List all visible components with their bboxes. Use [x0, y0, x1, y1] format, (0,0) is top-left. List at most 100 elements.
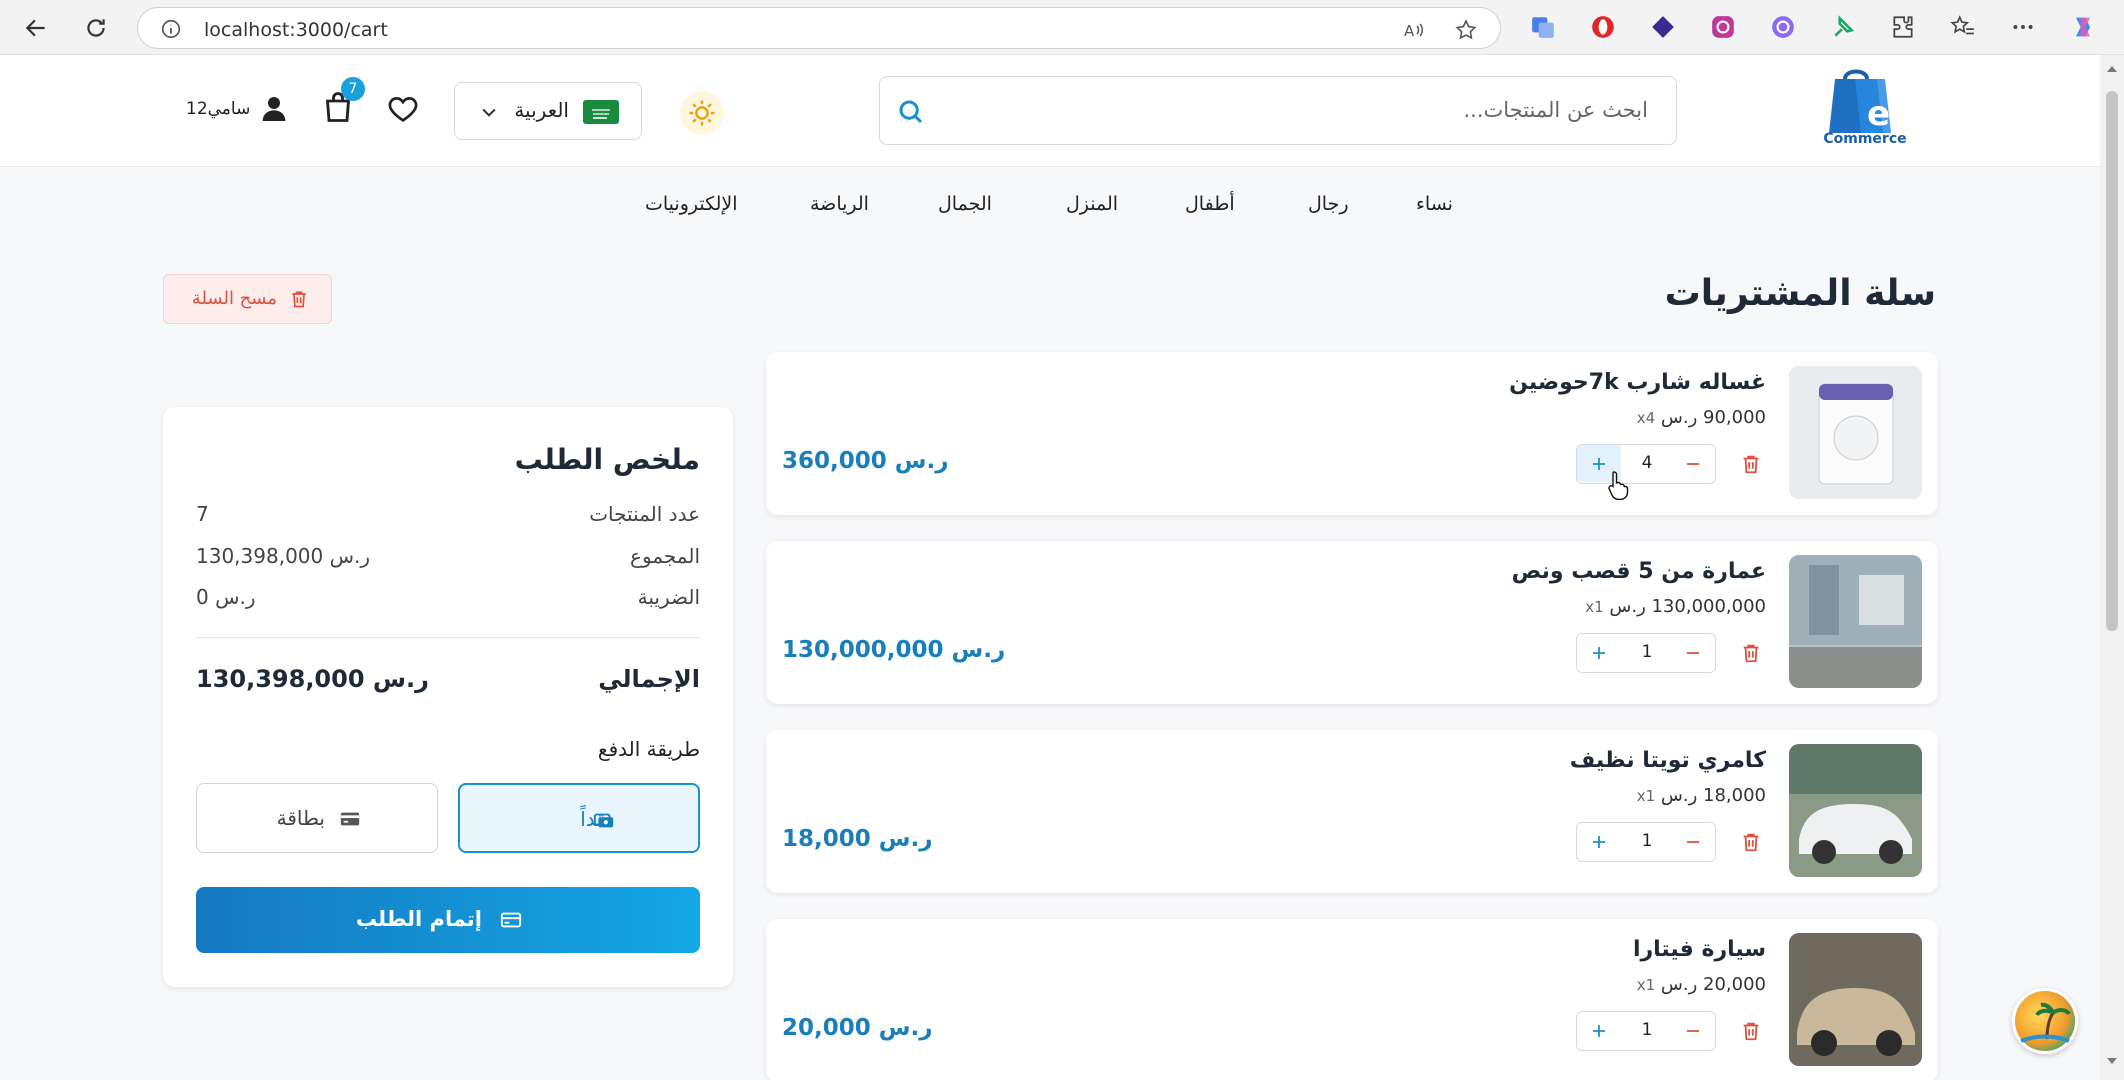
- items-count-value: 7: [196, 502, 209, 526]
- pin-extension-icon[interactable]: [1828, 12, 1858, 42]
- clear-cart-button[interactable]: مسح السلة: [163, 274, 332, 324]
- category-electronics[interactable]: الإلكترونيات: [645, 193, 738, 215]
- product-name[interactable]: كامري تويتا نظيف: [1570, 748, 1766, 773]
- read-aloud-icon[interactable]: A: [1402, 18, 1426, 42]
- category-home[interactable]: المنزل: [1066, 193, 1118, 215]
- checkout-label: إتمام الطلب: [355, 907, 482, 931]
- cart-item: عمارة من 5 قصب ونص 130,000,000 ر.س x1 1 …: [766, 541, 1938, 704]
- puzzle-icon[interactable]: [1888, 12, 1918, 42]
- favorites-list-icon[interactable]: [1948, 12, 1978, 42]
- decrease-quantity-button[interactable]: [1671, 1012, 1715, 1049]
- tax-label: الضريبة: [637, 585, 700, 609]
- translate-extension-icon[interactable]: [1528, 12, 1558, 42]
- product-name[interactable]: غساله شارب 7kحوضين: [1509, 370, 1766, 395]
- back-icon[interactable]: [20, 12, 52, 44]
- plus-icon: [1593, 457, 1605, 470]
- product-image[interactable]: [1789, 366, 1922, 499]
- site-header: e Commerce العربية 7: [0, 55, 2100, 167]
- circle-extension-icon[interactable]: [1768, 12, 1798, 42]
- trash-icon: [292, 291, 306, 308]
- decrease-quantity-button[interactable]: [1671, 823, 1715, 860]
- quantity-stepper: 1: [1576, 633, 1716, 673]
- category-women[interactable]: نساء: [1416, 193, 1453, 215]
- category-beauty[interactable]: الجمال: [938, 193, 992, 215]
- subtotal-label: المجموع: [630, 544, 700, 568]
- plus-icon: [1593, 835, 1605, 848]
- user-icon[interactable]: [258, 93, 290, 125]
- site-logo[interactable]: e Commerce: [1815, 65, 1915, 157]
- subtotal-value: 130,398,000 ر.س: [196, 544, 371, 568]
- increase-quantity-button[interactable]: [1577, 1012, 1621, 1049]
- unit-price-value: 90,000 ر.س: [1660, 407, 1766, 428]
- search-icon[interactable]: [896, 97, 926, 127]
- info-icon[interactable]: [160, 18, 182, 40]
- theme-toggle-button[interactable]: [680, 91, 724, 135]
- category-men[interactable]: رجال: [1308, 193, 1349, 215]
- favorite-star-icon[interactable]: [1454, 18, 1478, 42]
- cash-icon: [593, 813, 614, 828]
- opera-extension-icon[interactable]: [1588, 12, 1618, 42]
- scroll-up-icon[interactable]: [2106, 63, 2118, 75]
- checkout-button[interactable]: إتمام الطلب: [196, 887, 700, 953]
- copilot-icon[interactable]: [2068, 12, 2098, 42]
- remove-item-icon[interactable]: [1740, 1019, 1762, 1043]
- decrease-quantity-button[interactable]: [1671, 445, 1715, 482]
- product-name[interactable]: سيارة فيتارا: [1633, 937, 1766, 962]
- minus-icon: [1687, 840, 1699, 843]
- sun-icon: [689, 100, 715, 126]
- diamond-extension-icon[interactable]: [1648, 12, 1678, 42]
- cart-count-badge: 7: [341, 77, 365, 101]
- quantity-value: 1: [1641, 642, 1653, 662]
- reload-icon[interactable]: [80, 12, 112, 44]
- decrease-quantity-button[interactable]: [1671, 634, 1715, 671]
- pay-cash-option[interactable]: نقداً: [458, 783, 700, 853]
- product-unit-price: 20,000 ر.س x1: [1637, 974, 1766, 995]
- cart-item: غساله شارب 7kحوضين 90,000 ر.س x4 4 360,0…: [766, 352, 1938, 515]
- scroll-thumb[interactable]: [2106, 91, 2118, 631]
- language-selector[interactable]: العربية: [454, 82, 642, 140]
- quantity-stepper: 1: [1576, 1011, 1716, 1051]
- logo-text: Commerce: [1823, 131, 1907, 147]
- summary-divider: [196, 637, 700, 638]
- floating-assistant-button[interactable]: [2012, 988, 2078, 1054]
- camera-extension-icon[interactable]: [1708, 12, 1738, 42]
- quantity-stepper: 4: [1576, 444, 1716, 484]
- clear-cart-label: مسح السلة: [191, 288, 277, 309]
- language-label: العربية: [514, 98, 569, 122]
- page-scrollbar[interactable]: [2100, 55, 2124, 1080]
- cart-item: كامري تويتا نظيف 18,000 ر.س x1 1 18,000 …: [766, 730, 1938, 893]
- mouse-pointer-icon: [1608, 471, 1629, 500]
- remove-item-icon[interactable]: [1740, 452, 1762, 476]
- quantity-multiplier: x1: [1585, 598, 1604, 616]
- address-bar[interactable]: localhost:3000/cart A: [137, 7, 1501, 49]
- remove-item-icon[interactable]: [1740, 830, 1762, 854]
- pay-card-option[interactable]: بطاقة: [196, 783, 438, 853]
- category-sports[interactable]: الرياضة: [810, 193, 869, 215]
- product-image[interactable]: [1789, 744, 1922, 877]
- search-input[interactable]: [968, 77, 1648, 143]
- product-image[interactable]: [1789, 933, 1922, 1066]
- tax-value: 0 ر.س: [196, 585, 256, 609]
- wishlist-icon[interactable]: [386, 92, 420, 126]
- increase-quantity-button[interactable]: [1577, 634, 1621, 671]
- unit-price-value: 130,000,000 ر.س: [1609, 596, 1766, 617]
- minus-icon: [1687, 1029, 1699, 1032]
- product-image[interactable]: [1789, 555, 1922, 688]
- palm-beach-icon: [2020, 1002, 2071, 1043]
- quantity-multiplier: x4: [1636, 409, 1656, 427]
- unit-price-value: 20,000 ر.س: [1660, 974, 1766, 995]
- payment-method-label: طريقة الدفع: [597, 737, 700, 761]
- scroll-down-icon[interactable]: [2106, 1055, 2118, 1067]
- remove-item-icon[interactable]: [1740, 641, 1762, 665]
- quantity-stepper: 1: [1576, 822, 1716, 862]
- user-name[interactable]: سامي12: [186, 99, 250, 119]
- more-menu-icon[interactable]: [2008, 12, 2038, 42]
- svg-text:e: e: [1867, 94, 1890, 134]
- cart-item: سيارة فيتارا 20,000 ر.س x1 1 20,000 ر.س: [766, 919, 1938, 1080]
- quantity-value: 1: [1641, 831, 1653, 851]
- product-name[interactable]: عمارة من 5 قصب ونص: [1512, 559, 1766, 584]
- category-kids[interactable]: أطفال: [1185, 193, 1235, 215]
- credit-card-icon: [340, 812, 360, 826]
- increase-quantity-button[interactable]: [1577, 823, 1621, 860]
- quantity-multiplier: x1: [1636, 976, 1656, 994]
